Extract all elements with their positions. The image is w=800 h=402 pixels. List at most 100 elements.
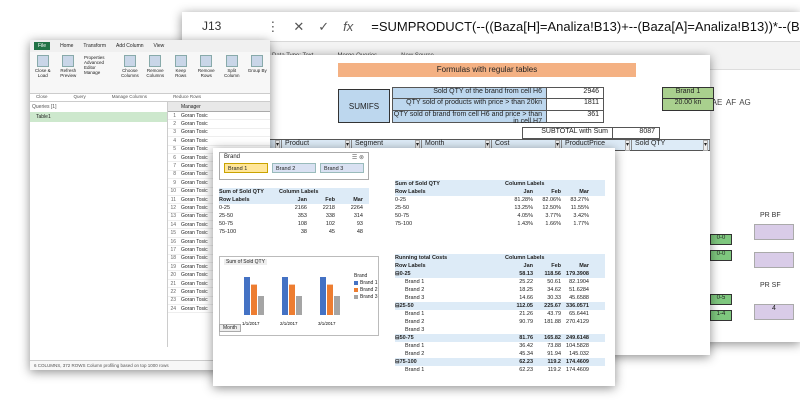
pivot-row[interactable]: ⊟0-25 58.13 118.56 179.3908: [395, 270, 605, 278]
choose-columns-button[interactable]: Choose Columns: [120, 55, 139, 90]
green-cell[interactable]: 0-5: [710, 294, 732, 305]
pivot-row[interactable]: 50-75 4.05% 3.77% 3.42%: [395, 212, 605, 220]
tab-view[interactable]: View: [154, 43, 165, 49]
tab-transform[interactable]: Transform: [83, 43, 106, 49]
slicer-title: Brand: [224, 154, 241, 160]
group-by-button[interactable]: Group By: [248, 55, 267, 90]
pivot-header-row: Row Labels Jan Feb Mar: [395, 188, 605, 196]
pivot-row[interactable]: ⊟75-100 62.23 119.2 174.4609: [395, 358, 605, 366]
query-item[interactable]: Table1: [30, 112, 167, 122]
remove-rows-button[interactable]: Remove Rows: [197, 55, 216, 90]
manage-button[interactable]: Manage: [84, 70, 114, 75]
chart-bar[interactable]: [251, 284, 257, 315]
pivot-title-row: Running total Costs Column Labels: [395, 254, 605, 262]
queries-header[interactable]: Queries [1]: [30, 102, 167, 112]
purple-cell: [754, 252, 794, 268]
formula-text[interactable]: =SUMPRODUCT(--((Baza[H]=Analiza!B13)+--(…: [371, 19, 800, 34]
manager-cell[interactable]: Goran Tosic: [178, 121, 238, 127]
subtotal-row: SUBTOTAL with Sum 8087: [522, 127, 660, 139]
slicer-item[interactable]: Brand 2: [272, 163, 316, 173]
pivot-row[interactable]: Brand 1 25.22 50.61 82.1904: [395, 278, 605, 286]
pivot-row[interactable]: Brand 1 62.23 119.2 174.4609: [395, 366, 605, 374]
chart-bar[interactable]: [282, 277, 288, 315]
row-value[interactable]: 1811: [547, 99, 603, 110]
pivot-row[interactable]: 50-75 108 102 93: [219, 220, 369, 228]
pivot-row[interactable]: Brand 3: [395, 326, 605, 334]
slicer-item[interactable]: Brand 1: [224, 163, 268, 173]
pivot-row[interactable]: 0-25 81.28% 82.06% 83.27%: [395, 196, 605, 204]
pivot-row[interactable]: 0-25 2166 2218 2264: [219, 204, 369, 212]
tab-home[interactable]: Home: [60, 43, 73, 49]
row-number: 11: [170, 196, 176, 203]
slicer-item[interactable]: Brand 3: [320, 163, 364, 173]
pivot-row[interactable]: ⊟25-50 112.05 225.67 336.0571: [395, 302, 605, 310]
close-load-button[interactable]: Close & Load: [33, 55, 52, 90]
pivot-row[interactable]: Brand 2 18.25 34.62 51.6284: [395, 286, 605, 294]
group-label: Close: [36, 94, 48, 99]
value-cell: 51.6284: [569, 287, 589, 293]
pivot-row[interactable]: ⊟50-75 81.76 165.82 249.6148: [395, 334, 605, 342]
green-cell[interactable]: 1-4: [710, 310, 732, 321]
enter-icon[interactable]: ✓: [318, 19, 329, 35]
green-cell[interactable]: 0-0: [710, 250, 732, 261]
month-filter-button[interactable]: Month: [219, 324, 241, 332]
split-column-button[interactable]: Split Column: [222, 55, 241, 90]
pivot-sold-qty-percent: Sum of Sold QTY Column Labels Row Labels Ja…: [395, 180, 605, 228]
pivot-row[interactable]: Brand 1 36.42 73.88 104.5828: [395, 342, 605, 350]
table-row[interactable]: 3 Goran Tosic: [168, 129, 270, 138]
chart-bar[interactable]: [289, 284, 295, 315]
advanced-editor-button[interactable]: Advanced Editor: [84, 60, 114, 70]
pivot-row[interactable]: Brand 3 14.66 30.33 45.6588: [395, 294, 605, 302]
tab-file[interactable]: File: [34, 42, 51, 50]
legend-title[interactable]: Brand: [354, 272, 378, 279]
value-cell: 270.4129: [566, 319, 589, 325]
value-cell: 65.6441: [569, 311, 589, 317]
row-number: 10: [170, 188, 176, 195]
pivot-row[interactable]: 75-100 1.43% 1.66% 1.77%: [395, 220, 605, 228]
manager-cell[interactable]: Goran Tosic: [178, 129, 238, 135]
table-row[interactable]: 4 Goran Tosic: [168, 137, 270, 146]
legend-label: Brand 2: [360, 286, 378, 293]
value-cell: 18.25: [519, 287, 533, 293]
pivot-row[interactable]: 25-50 13.25% 12.50% 11.55%: [395, 204, 605, 212]
row-value[interactable]: 2946: [547, 88, 603, 98]
subtotal-value[interactable]: 8087: [613, 128, 659, 138]
row-number: 9: [173, 179, 176, 186]
row-value[interactable]: 361: [547, 111, 603, 122]
table-row[interactable]: 1 Goran Tosic: [168, 112, 270, 121]
pivot-row[interactable]: Brand 1 21.26 43.79 65.6441: [395, 310, 605, 318]
chart-bar[interactable]: [320, 277, 326, 315]
manager-cell[interactable]: Goran Tosic: [178, 113, 238, 119]
green-cell[interactable]: 0-0: [710, 234, 732, 245]
manager-cell[interactable]: Goran Tosic: [178, 138, 238, 144]
refresh-preview-button[interactable]: Refresh Preview: [58, 55, 77, 90]
pivot-row[interactable]: Brand 2 45.34 91.94 145.032: [395, 350, 605, 358]
cancel-icon[interactable]: ✕: [293, 19, 304, 35]
chart-bar[interactable]: [334, 296, 340, 315]
pivot-row[interactable]: 75-100 38 45 48: [219, 228, 369, 236]
chart-bar[interactable]: [327, 284, 333, 315]
row-number: 8: [173, 171, 176, 178]
remove-columns-button[interactable]: Remove Columns: [146, 55, 165, 90]
button-label: Choose Columns: [120, 68, 139, 78]
pivot-title-row: Sum of Sold QTY Column Labels: [219, 188, 369, 196]
pivot-row[interactable]: 25-50 353 338 314: [219, 212, 369, 220]
row-key: ⊟75-100: [395, 359, 417, 365]
brand-criteria[interactable]: Brand 1: [662, 87, 714, 99]
formula-table: Sold QTY of the brand from cell H6 2946 …: [392, 87, 604, 125]
name-box[interactable]: J13: [196, 16, 252, 38]
price-criteria[interactable]: 20.00 kn: [662, 99, 714, 111]
table-row[interactable]: 2 Goran Tosic: [168, 120, 270, 129]
value-cell: 38: [300, 229, 307, 235]
chart-bar[interactable]: [244, 277, 250, 315]
value-cell: 314: [353, 213, 363, 219]
chart-bar[interactable]: [296, 296, 302, 315]
column-header[interactable]: Manager: [178, 104, 201, 110]
header-soldqty[interactable]: Sold QTY: [632, 140, 710, 151]
chart-bar[interactable]: [258, 296, 264, 315]
clear-filter-icon[interactable]: ☰ ⊗: [352, 154, 364, 161]
insert-function-icon[interactable]: fx: [343, 19, 353, 35]
pivot-row[interactable]: Brand 2 90.79 181.88 270.4129: [395, 318, 605, 326]
tab-add-column[interactable]: Add Column: [116, 43, 144, 49]
keep-rows-button[interactable]: Keep Rows: [171, 55, 190, 90]
